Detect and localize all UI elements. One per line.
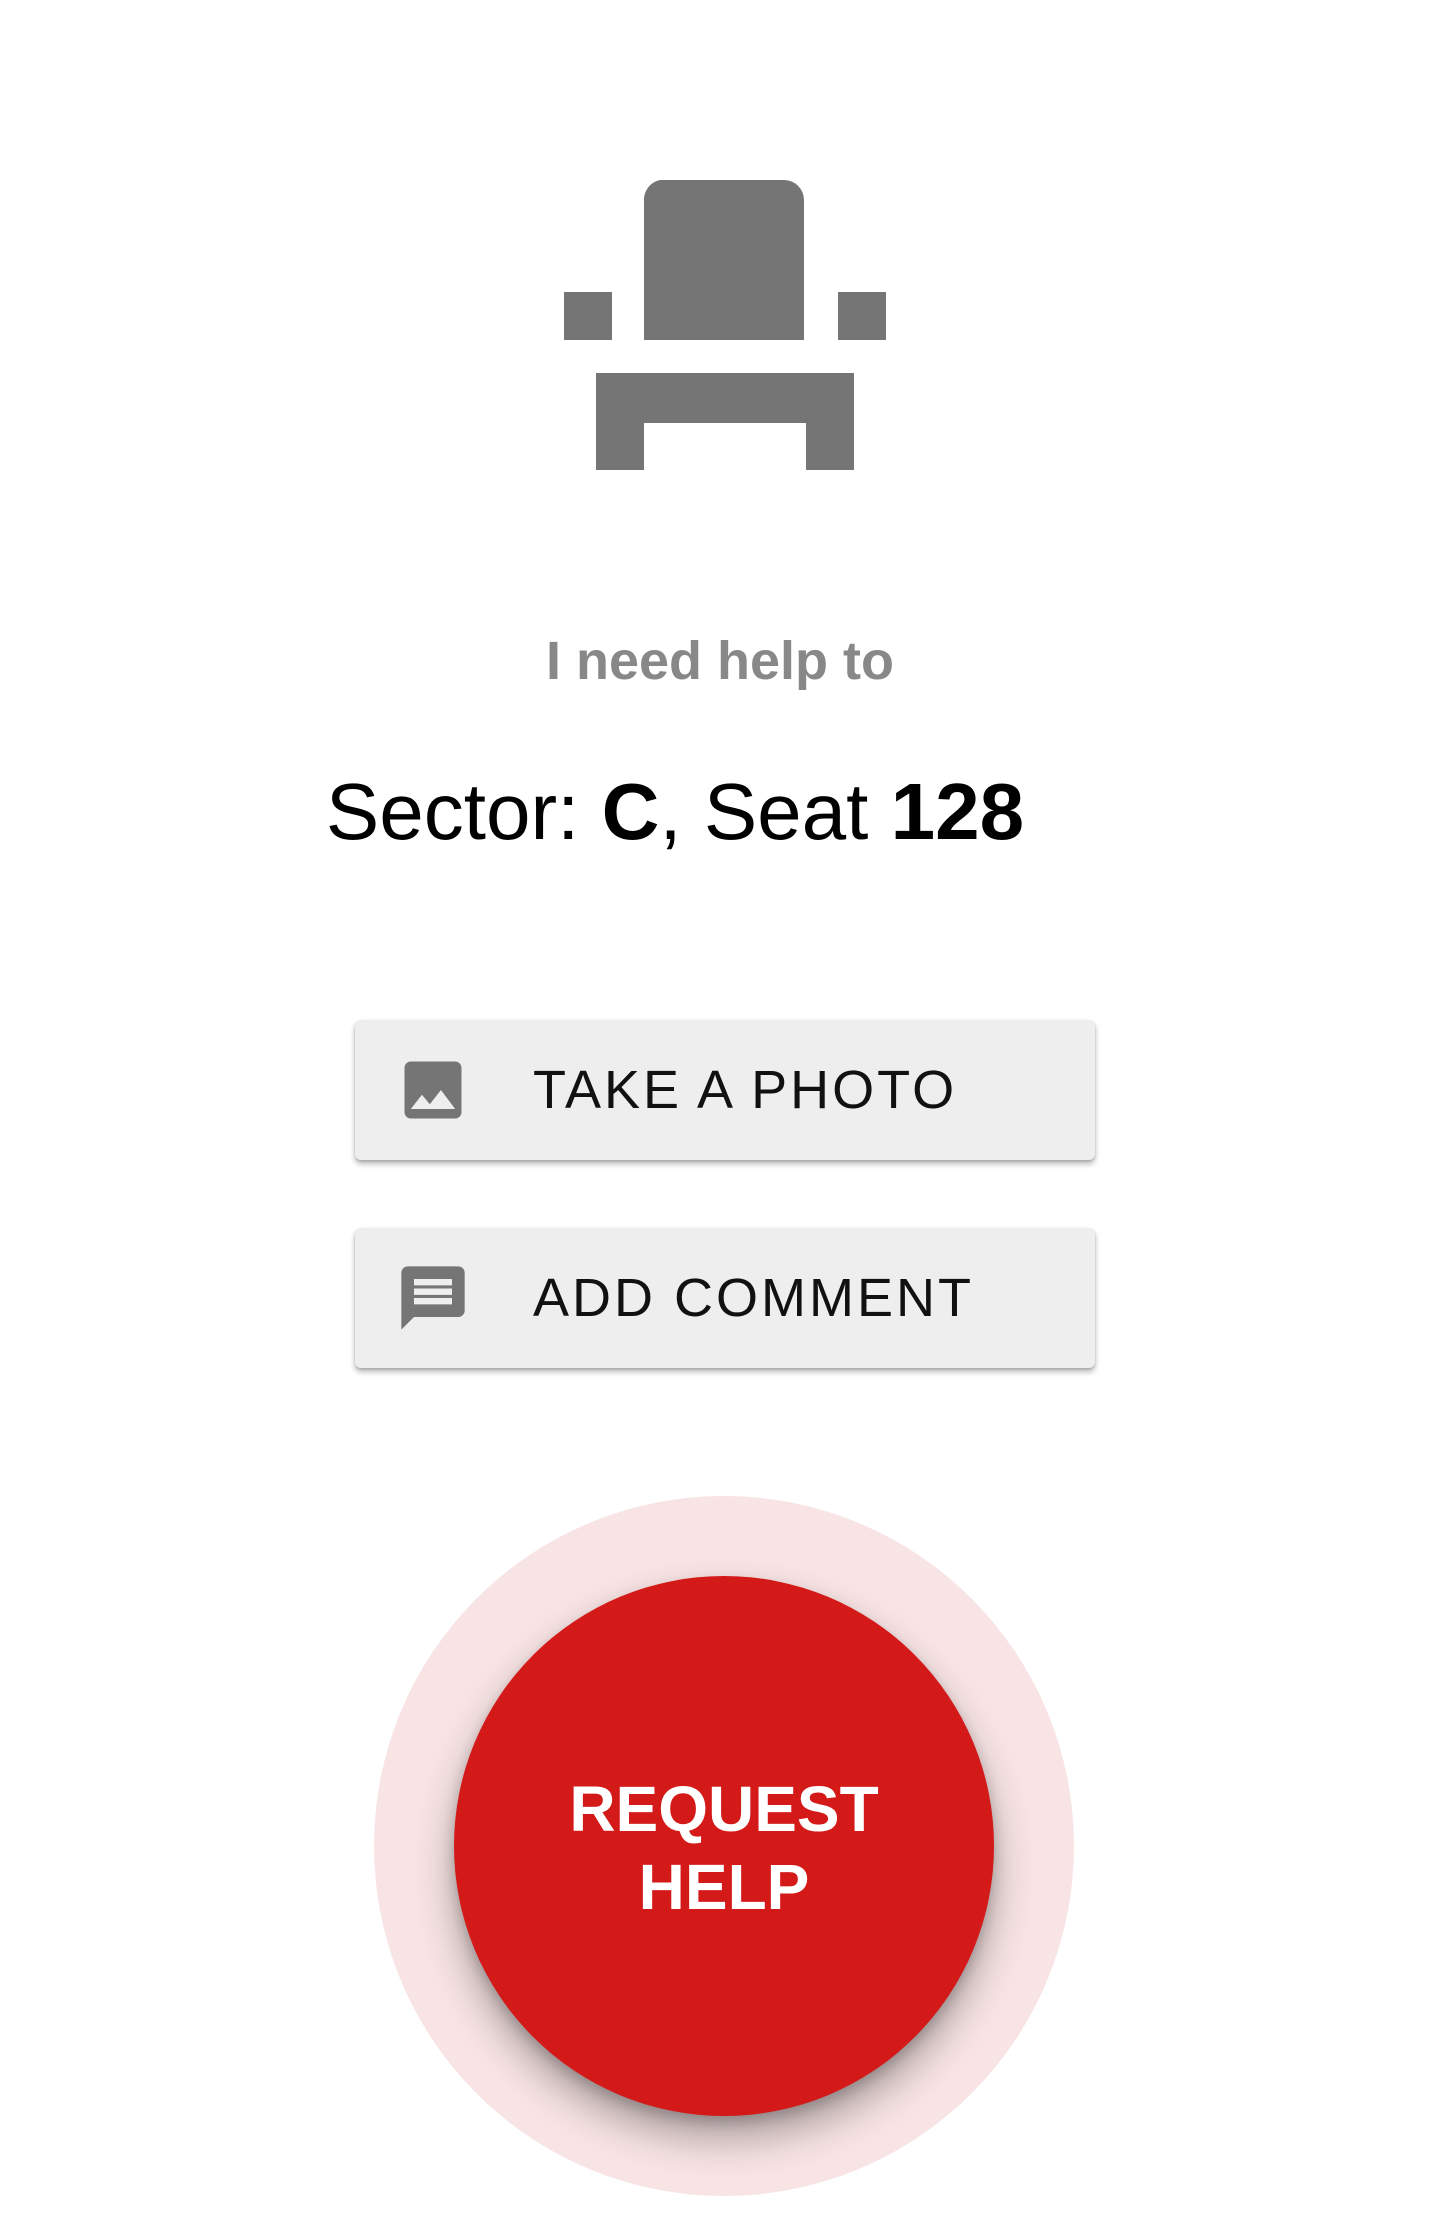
- request-help-line2: HELP: [638, 1851, 810, 1923]
- request-help-label: REQUEST HELP: [454, 1770, 994, 1926]
- add-comment-label: ADD COMMENT: [533, 1268, 974, 1328]
- seat-icon: [564, 180, 886, 470]
- take-photo-button[interactable]: TAKE A PHOTO: [355, 1020, 1095, 1160]
- prompt-text: I need help to: [545, 631, 895, 691]
- seat-location: Sector: C, Seat 128: [0, 762, 1350, 862]
- request-help-line1: REQUEST: [569, 1773, 879, 1845]
- comment-icon: [401, 1266, 465, 1330]
- add-comment-button[interactable]: ADD COMMENT: [355, 1228, 1095, 1368]
- sector-value: C: [601, 767, 660, 856]
- take-photo-label: TAKE A PHOTO: [533, 1060, 958, 1120]
- image-icon: [404, 1061, 462, 1119]
- sector-label: Sector:: [325, 767, 602, 856]
- seat-label: , Seat: [659, 767, 891, 856]
- request-help-button[interactable]: REQUEST HELP: [454, 1576, 994, 2116]
- seat-value: 128: [890, 767, 1025, 856]
